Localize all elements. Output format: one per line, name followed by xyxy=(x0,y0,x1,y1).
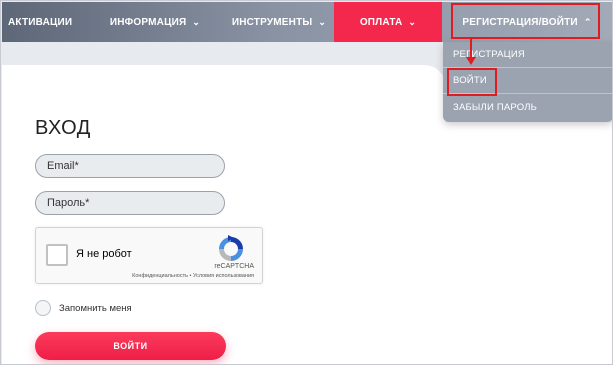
chevron-down-icon: ⌄ xyxy=(408,16,417,27)
chevron-down-icon: ⌄ xyxy=(192,16,201,27)
nav-item-activations[interactable]: АКТИВАЦИИ xyxy=(2,2,86,42)
highlight-arrow-head xyxy=(466,57,476,65)
nav-item-label: ИНСТРУМЕНТЫ xyxy=(231,16,313,28)
recaptcha-terms[interactable]: Конфиденциальность • Условия использован… xyxy=(132,273,254,279)
browser-frame: АКТИВАЦИИ ИНФОРМАЦИЯ ⌄ ИНСТРУМЕНТЫ ⌄ ОПЛ… xyxy=(0,0,613,365)
recaptcha-label: Я не робот xyxy=(76,248,132,260)
email-field[interactable] xyxy=(35,154,225,178)
nav-item-information[interactable]: ИНФОРМАЦИЯ ⌄ xyxy=(86,2,224,42)
highlight-arrow-line xyxy=(470,39,472,59)
remember-me-radio[interactable] xyxy=(35,300,51,316)
recaptcha-checkbox[interactable] xyxy=(46,244,68,266)
login-card xyxy=(2,65,446,364)
dropdown-item-label: РЕГИСТРАЦИЯ xyxy=(453,49,525,60)
chevron-down-icon: ⌄ xyxy=(318,16,327,27)
nav-item-label: ОПЛАТА xyxy=(359,16,403,28)
remember-me-label: Запомнить меня xyxy=(59,303,132,314)
dropdown-item-forgot-password[interactable]: ЗАБЫЛИ ПАРОЛЬ xyxy=(443,94,612,120)
nav-item-label: ИНФОРМАЦИЯ xyxy=(109,16,187,28)
nav-item-tools[interactable]: ИНСТРУМЕНТЫ ⌄ xyxy=(224,2,334,42)
recaptcha-widget: Я не робот reCAPTCHA Конфиденциальность … xyxy=(35,227,263,284)
nav-item-payment[interactable]: ОПЛАТА ⌄ xyxy=(334,2,442,42)
highlight-box-register-login xyxy=(451,3,600,39)
login-card-extension xyxy=(446,122,612,364)
recaptcha-logo-icon xyxy=(219,235,243,261)
recaptcha-brand: reCAPTCHA xyxy=(214,263,254,270)
dropdown-item-label: ЗАБЫЛИ ПАРОЛЬ xyxy=(453,101,538,113)
page-title: ВХОД xyxy=(35,117,91,139)
login-submit-button[interactable]: ВОЙТИ xyxy=(35,332,226,360)
password-field[interactable] xyxy=(35,191,225,215)
nav-item-label: АКТИВАЦИИ xyxy=(8,16,73,28)
highlight-box-login xyxy=(447,68,497,96)
